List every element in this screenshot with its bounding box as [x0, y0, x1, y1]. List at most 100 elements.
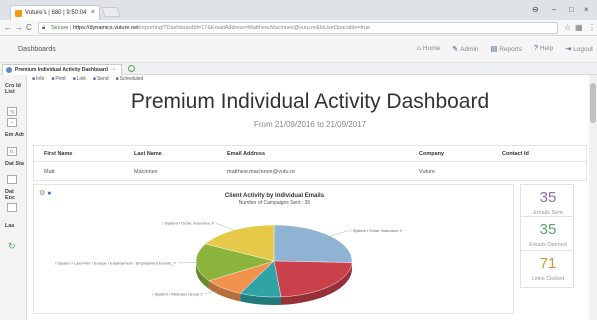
toolbar-label: Send: [96, 76, 109, 82]
app-title: Dashboards: [18, 46, 56, 53]
browser-tab[interactable]: Vuture's | 680 | 9:50:04 ×: [10, 5, 100, 20]
tab-premium-dashboard[interactable]: Premium Individual Activity Dashboard ×: [2, 64, 123, 75]
url-input[interactable]: 🔒︎ Secure | https://dynamics.vuture.net/…: [38, 22, 558, 34]
pie-slice[interactable]: [273, 260, 353, 298]
reports-icon: ▤: [490, 46, 498, 53]
nav-label: Help: [539, 45, 554, 52]
table-cell: Vuture: [419, 169, 436, 175]
logout-icon: ⇥: [565, 46, 572, 53]
close-window-button[interactable]: ×: [584, 5, 589, 14]
filter-box-icon[interactable]: +: [7, 118, 17, 127]
help-icon: ?: [533, 45, 538, 52]
filter-box-icon[interactable]: Ty: [7, 107, 17, 116]
toolbar-print-button[interactable]: ■Print: [51, 76, 65, 85]
reload-icon[interactable]: C: [26, 23, 32, 32]
chart-panel: ⚙ ● Client Activity by Individual Emails…: [33, 184, 514, 314]
nav-help[interactable]: ? Help: [534, 45, 553, 53]
pie-slice-label: / System / Ocwe Insurance X: [162, 221, 214, 226]
table-cell: Macinnes: [134, 169, 158, 175]
pie-slice-label: / System / Law Firm / Europe / Employmen…: [55, 260, 176, 265]
refresh-icon[interactable]: ↻: [8, 241, 16, 252]
nav-label: Logout: [573, 46, 593, 53]
table-cell: Matt: [44, 169, 55, 175]
admin-icon: ✎: [452, 46, 459, 53]
pie-slice[interactable]: [273, 224, 353, 263]
pie-leader-line: [330, 230, 349, 237]
nav-label: Home: [422, 45, 441, 52]
stat-value: 35: [539, 221, 557, 238]
browser-tab-title: Vuture's | 680 | 9:50:04: [25, 10, 87, 16]
maximize-button[interactable]: □: [569, 5, 574, 14]
stat-label: Links Clicked: [531, 276, 565, 282]
profile-icon[interactable]: ⊖: [532, 5, 539, 14]
page-title: Premium Individual Activity Dashboard: [130, 90, 490, 113]
top-nav: ⌂ Home ✎ Admin ▤ Reports? Help ⇥ Logout: [417, 45, 593, 53]
lock-icon: 🔒︎: [42, 25, 46, 31]
secure-label: Secure: [51, 25, 69, 31]
left-nav-item[interactable]: Dat Sta: [5, 161, 25, 167]
table-header: First Name: [44, 151, 73, 157]
page-scrollbar[interactable]: [589, 75, 597, 320]
stat-card-links-clicked: 71 Links Clicked: [520, 250, 574, 288]
pie-chart: / System / Ocwe Insurance X / System / We…: [55, 221, 402, 305]
pie-slice-label: / System / Ocwe Insurance X: [350, 228, 402, 233]
toolbar-info-button[interactable]: ■Info: [32, 76, 44, 85]
toolbar-label: Info: [36, 76, 45, 82]
toolbar-link-button[interactable]: ■Link: [73, 76, 86, 85]
stat-label: Emails Opened: [529, 242, 567, 248]
link-icon: ■: [72, 76, 76, 82]
page-tab-bar: Premium Individual Activity Dashboard ×: [0, 63, 597, 75]
stat-value: 71: [539, 255, 557, 272]
extension-icon[interactable]: ▦: [575, 23, 583, 32]
toolbar-label: Print: [55, 76, 66, 82]
contact-table: First Name Last Name Email Address Compa…: [33, 145, 587, 181]
nav-home[interactable]: ⌂ Home: [417, 45, 441, 53]
table-header: Company: [419, 151, 445, 157]
minimize-button[interactable]: –: [552, 5, 556, 14]
table-header: Contact Id: [502, 151, 529, 157]
pie-leader-line: [215, 223, 235, 231]
new-tab-button[interactable]: [101, 7, 121, 17]
toolbar-send-button[interactable]: ■Send: [93, 76, 109, 85]
toolbar-scheduled-button[interactable]: ■Scheduled: [116, 76, 144, 85]
url-path: /reporting/?DashboardId=17&EmailAddress=…: [138, 25, 371, 31]
send-icon: ■: [92, 76, 96, 82]
left-nav-item[interactable]: Em Adr: [5, 132, 25, 138]
dashboard-icon: [6, 67, 12, 73]
browser-tab-strip: Vuture's | 680 | 9:50:04 × ⊖ – □ ×: [0, 0, 597, 20]
pie-slice-label: / System / Webuser Group 2: [152, 292, 203, 297]
menu-icon[interactable]: ⋮: [588, 23, 596, 32]
left-nav-item[interactable]: Cro Id List: [5, 83, 25, 95]
print-icon: ■: [51, 76, 55, 82]
info-icon: ■: [32, 76, 36, 82]
nav-admin[interactable]: ✎ Admin: [452, 45, 478, 53]
divider: [34, 161, 586, 162]
back-icon[interactable]: ←: [4, 23, 12, 32]
home-icon: ⌂: [416, 45, 421, 52]
page-tab-label: Premium Individual Activity Dashboard: [15, 67, 108, 73]
left-nav-item[interactable]: Dat Enc: [5, 189, 25, 201]
filter-box-icon[interactable]: TL: [7, 147, 17, 156]
app-header: Dashboards ⌂ Home ✎ Admin ▤ Reports? Help ⇥ Logo…: [0, 37, 597, 63]
calendar-icon[interactable]: [7, 175, 17, 184]
forward-icon[interactable]: →: [15, 23, 23, 32]
url-host: https://dynamics.vuture.net: [72, 25, 139, 31]
left-filter-nav: Cro Id List Ty + Em Adr TL Dat Sta Dat E…: [0, 75, 27, 320]
close-tab-icon[interactable]: ×: [112, 67, 115, 73]
close-tab-icon[interactable]: ×: [91, 9, 95, 16]
address-bar-row: ← → C 🔒︎ Secure | https://dynamics.vutur…: [0, 20, 597, 36]
refresh-icon[interactable]: [128, 65, 135, 72]
nav-label: Reports: [499, 46, 522, 53]
table-header: Email Address: [227, 151, 266, 157]
nav-logout[interactable]: ⇥ Logout: [565, 45, 593, 53]
calendar-icon[interactable]: [7, 203, 17, 212]
stat-card-emails-opened: 35 Emails Opened: [520, 216, 574, 254]
toolbar-label: Scheduled: [119, 76, 144, 82]
schedule-icon: ■: [115, 76, 119, 82]
stat-value: 35: [539, 189, 557, 206]
date-range: From 21/09/2016 to 21/09/2017: [253, 120, 367, 129]
bookmark-star-icon[interactable]: ☆: [564, 23, 571, 32]
scroll-thumb[interactable]: [590, 83, 596, 123]
nav-reports[interactable]: ▤ Reports: [491, 45, 522, 53]
left-nav-item[interactable]: Las: [5, 223, 25, 229]
